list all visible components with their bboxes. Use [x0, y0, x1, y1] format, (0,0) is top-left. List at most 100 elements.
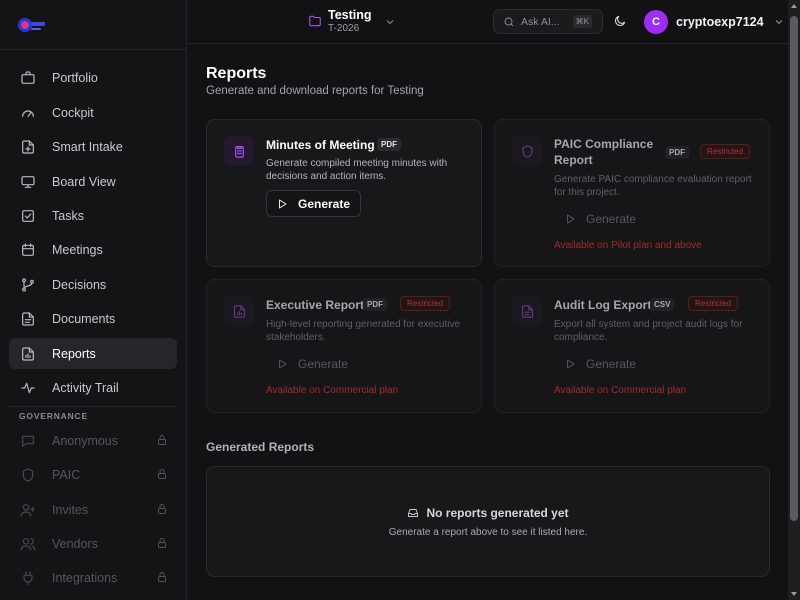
app-logo[interactable]	[15, 14, 47, 36]
report-card-executive: Executive Report PDF Restricted High-lev…	[206, 279, 482, 413]
ask-ai-search[interactable]: Ask AI... ⌘K	[493, 9, 603, 34]
sidebar-item-label: PAIC	[52, 467, 81, 482]
sidebar: Portfolio Cockpit Smart Intake Board Vie…	[0, 0, 187, 600]
sidebar-item-label: Documents	[52, 311, 116, 326]
sidebar-item-cockpit[interactable]: Cockpit	[9, 97, 177, 128]
sidebar-item-label: Tasks	[52, 208, 84, 223]
scroll-up-arrow[interactable]	[791, 4, 797, 8]
play-icon	[279, 359, 287, 368]
folder-icon	[308, 14, 322, 34]
empty-state-title: No reports generated yet	[207, 506, 769, 520]
report-title: PAIC Compliance Report	[554, 137, 654, 167]
format-badge: PDF	[377, 138, 401, 151]
file-text-icon	[512, 296, 542, 326]
sidebar-item-label: Portfolio	[52, 70, 98, 85]
plan-notice: Available on Commercial plan	[266, 385, 399, 396]
generate-button[interactable]: Generate	[554, 350, 647, 377]
page-scrollbar[interactable]	[788, 0, 800, 600]
bar-chart-file-icon	[19, 345, 37, 363]
avatar: C	[644, 10, 668, 34]
plan-notice: Available on Pilot plan and above	[554, 240, 702, 251]
sidebar-item-label: Board View	[52, 174, 116, 189]
page-title: Reports	[206, 65, 267, 82]
search-placeholder: Ask AI...	[521, 15, 560, 28]
sidebar-item-tasks[interactable]: Tasks	[9, 200, 177, 231]
governance-heading: GOVERNANCE	[19, 411, 88, 421]
report-description: Export all system and project audit logs…	[554, 319, 743, 343]
report-card-audit-log: Audit Log Export CSV Restricted Export a…	[494, 279, 770, 413]
report-title: Minutes of Meeting	[266, 138, 375, 152]
sidebar-item-activity-trail[interactable]: Activity Trail	[9, 372, 177, 403]
sidebar-item-smart-intake[interactable]: Smart Intake	[9, 131, 177, 162]
lock-icon	[156, 468, 168, 480]
sidebar-item-decisions[interactable]: Decisions	[9, 269, 177, 300]
check-square-icon	[19, 207, 37, 225]
sidebar-item-label: Anonymous	[52, 433, 119, 448]
user-menu[interactable]: C cryptoexp7124	[644, 10, 785, 34]
generate-button[interactable]: Generate	[266, 190, 362, 217]
report-description: Generate PAIC compliance evaluation repo…	[554, 174, 752, 198]
format-badge: PDF	[363, 298, 387, 311]
project-selector[interactable]: Testing T-2026	[308, 8, 396, 34]
page-subtitle: Generate and download reports for Testin…	[206, 85, 424, 97]
generate-button[interactable]: Generate	[266, 350, 359, 377]
sidebar-divider	[9, 406, 177, 407]
calendar-icon	[19, 241, 37, 259]
report-title: Executive Report	[266, 298, 365, 312]
sidebar-item-vendors[interactable]: Vendors	[9, 528, 177, 559]
scrollbar-thumb[interactable]	[790, 16, 798, 521]
user-plus-icon	[19, 501, 37, 519]
sidebar-item-label: Reports	[52, 346, 96, 361]
chevron-down-icon	[773, 16, 785, 28]
git-branch-icon	[19, 276, 37, 294]
project-code: T-2026	[328, 23, 360, 34]
sidebar-item-invites[interactable]: Invites	[9, 494, 177, 525]
sidebar-item-documents[interactable]: Documents	[9, 303, 177, 334]
sidebar-item-label: Invites	[52, 502, 89, 517]
scroll-down-arrow[interactable]	[791, 592, 797, 596]
plan-notice: Available on Commercial plan	[554, 385, 687, 396]
generate-button[interactable]: Generate	[554, 205, 647, 232]
project-name: Testing	[328, 8, 372, 22]
sidebar-item-anonymous[interactable]: Anonymous	[9, 425, 177, 456]
format-badge: CSV	[650, 298, 675, 311]
sidebar-item-integrations[interactable]: Integrations	[9, 562, 177, 593]
report-title: Audit Log Export	[554, 298, 652, 312]
briefcase-icon	[19, 69, 37, 87]
top-bar: Testing T-2026 Ask AI... ⌘K C cryptoexp7…	[188, 0, 788, 44]
generated-reports-empty-state: No reports generated yet Generate a repo…	[206, 466, 770, 577]
sidebar-item-label: Vendors	[52, 536, 98, 551]
report-card-minutes: Minutes of Meeting PDF Generate compiled…	[206, 119, 482, 267]
sidebar-item-portfolio[interactable]: Portfolio	[9, 62, 177, 93]
report-description: High-level reporting generated for execu…	[266, 319, 460, 343]
restricted-badge: Restricted	[688, 296, 739, 311]
lock-icon	[156, 571, 168, 583]
sidebar-item-label: Integrations	[52, 570, 118, 585]
sidebar-item-paic[interactable]: PAIC	[9, 459, 177, 490]
file-plus-icon	[19, 138, 37, 156]
play-icon	[279, 199, 287, 208]
sidebar-item-label: Cockpit	[52, 105, 94, 120]
report-description: Generate compiled meeting minutes with d…	[266, 158, 448, 182]
restricted-badge: Restricted	[400, 296, 451, 311]
users-icon	[19, 535, 37, 553]
shield-icon	[19, 466, 37, 484]
bar-chart-file-icon	[224, 296, 254, 326]
sidebar-item-board-view[interactable]: Board View	[9, 166, 177, 197]
sidebar-item-label: Decisions	[52, 277, 107, 292]
lock-icon	[156, 434, 168, 446]
logo-area	[0, 0, 186, 50]
activity-icon	[19, 379, 37, 397]
sidebar-item-meetings[interactable]: Meetings	[9, 234, 177, 265]
search-icon	[503, 16, 515, 28]
sidebar-item-label: Meetings	[52, 242, 103, 257]
sidebar-item-reports[interactable]: Reports	[9, 338, 177, 369]
moon-icon[interactable]	[613, 14, 627, 33]
lock-icon	[156, 537, 168, 549]
generated-reports-heading: Generated Reports	[206, 440, 315, 454]
format-badge: PDF	[665, 146, 689, 159]
play-icon	[567, 359, 575, 368]
shield-icon	[512, 136, 542, 166]
restricted-badge: Restricted	[700, 144, 751, 159]
lock-icon	[156, 503, 168, 515]
